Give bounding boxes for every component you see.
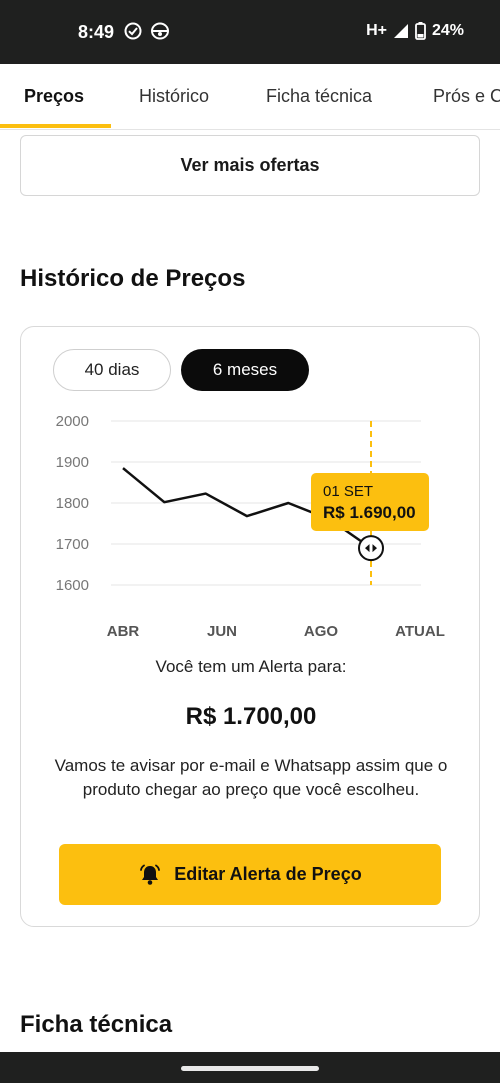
edit-price-alert-button[interactable]: Editar Alerta de Preço <box>59 844 441 905</box>
x-tick-label: ATUAL <box>395 623 445 640</box>
home-gesture-handle[interactable] <box>181 1066 319 1071</box>
status-bar: 8:49 H+ 24% <box>0 0 500 64</box>
range-40-days-button[interactable]: 40 dias <box>53 349 171 391</box>
alert-price: R$ 1.700,00 <box>185 703 317 730</box>
price-history-chart[interactable]: 2000 1900 1800 1700 1600 ABR JUN AGO ATUAL 01 SET… <box>21 397 481 647</box>
range-6-months-button[interactable]: 6 meses <box>181 349 309 391</box>
alert-label: Você tem um Alerta para: <box>155 657 347 676</box>
tooltip-date: 01 SET <box>323 483 373 500</box>
tab-ficha-tecnica[interactable]: Ficha técnica <box>266 86 372 107</box>
x-tick-label: AGO <box>304 623 339 640</box>
y-tick-label: 1700 <box>56 536 89 553</box>
battery-level: 24% <box>431 22 464 39</box>
x-tick-label: ABR <box>107 623 140 640</box>
system-nav-bar <box>0 1052 500 1083</box>
status-system-icons: H+ 24% <box>366 22 464 40</box>
alert-description: Vamos te avisar por e-mail e Whatsapp as… <box>54 756 448 799</box>
y-tick-label: 1600 <box>56 577 89 594</box>
tooltip-box <box>311 473 429 531</box>
status-notification-icons <box>124 22 170 40</box>
sync-icon <box>151 22 169 40</box>
y-tick-label: 1900 <box>56 454 89 471</box>
tab-bar: Preços Histórico Ficha técnica Prós e C <box>0 64 500 130</box>
tech-specs-title: Ficha técnica <box>20 1011 173 1038</box>
tooltip-price: R$ 1.690,00 <box>323 503 416 522</box>
x-tick-label: JUN <box>207 623 237 640</box>
check-circle-icon <box>124 22 142 40</box>
network-type: H+ <box>366 22 387 39</box>
y-tick-label: 1800 <box>56 495 89 512</box>
tab-pros-contras[interactable]: Prós e C <box>433 86 500 107</box>
tab-precos[interactable]: Preços <box>24 86 84 107</box>
see-more-offers-button[interactable]: Ver mais ofertas <box>20 135 480 196</box>
drag-handle-icon <box>358 535 384 562</box>
price-history-card: 40 dias 6 meses 2000 1900 1800 1700 1600 ABR J… <box>20 326 480 927</box>
status-time: 8:49 <box>78 22 115 42</box>
edit-price-alert-label: Editar Alerta de Preço <box>174 864 362 884</box>
battery-icon <box>415 22 426 40</box>
active-tab-indicator <box>0 124 111 128</box>
y-tick-label: 2000 <box>56 413 89 430</box>
bell-icon <box>140 864 161 885</box>
price-history-title: Histórico de Preços <box>20 265 246 292</box>
signal-icon <box>393 24 408 38</box>
tab-historico[interactable]: Histórico <box>139 86 209 107</box>
